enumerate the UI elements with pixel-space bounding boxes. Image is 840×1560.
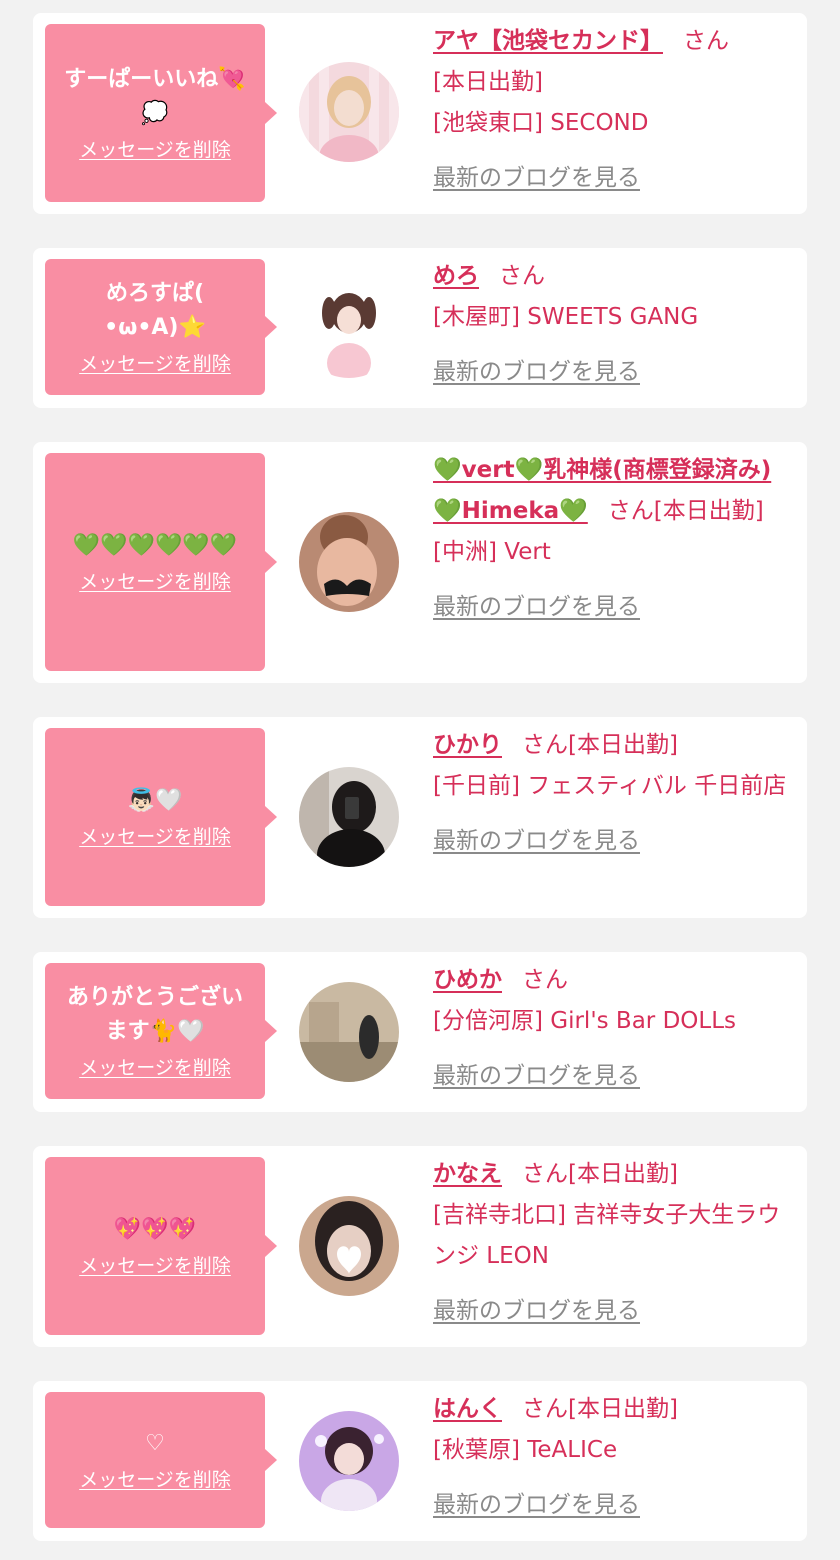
shop-name: [分倍河原] Girl's Bar DOLLs <box>433 1008 736 1034</box>
cast-name-link[interactable]: ひかり <box>433 732 502 758</box>
cast-info: アヤ【池袋セカンド】 さん [本日出勤] [池袋東口] SECOND 最新のブログ… <box>433 21 791 199</box>
message-text: ありがとうござい ます🐈🤍 <box>66 985 243 1044</box>
shop-name: [池袋東口] SECOND <box>433 110 649 136</box>
latest-blog-link[interactable]: 最新のブログを見る <box>433 821 640 862</box>
message-text: 👼🏻🤍 <box>127 788 183 813</box>
message-bubble: 👼🏻🤍 メッセージを削除 <box>45 728 265 906</box>
message-bubble: ♡ メッセージを削除 <box>45 1392 265 1528</box>
shop-name: [吉祥寺北口] 吉祥寺女子大生ラウンジ LEON <box>433 1202 781 1269</box>
cast-info: かなえ さん[本日出勤] [吉祥寺北口] 吉祥寺女子大生ラウンジ LEON 最新の… <box>433 1154 791 1332</box>
cast-name-link[interactable]: はんく <box>433 1396 502 1422</box>
list-item: 💖💖💖 メッセージを削除 かなえ さん[本日出勤] [吉祥寺北口] 吉祥寺女子大生… <box>33 1146 807 1347</box>
latest-blog-link[interactable]: 最新のブログを見る <box>433 158 640 199</box>
latest-blog-link[interactable]: 最新のブログを見る <box>433 587 640 628</box>
avatar[interactable] <box>299 62 399 162</box>
message-bubble: ありがとうござい ます🐈🤍 メッセージを削除 <box>45 963 265 1099</box>
cast-name-link[interactable]: アヤ【池袋セカンド】 <box>433 28 663 54</box>
message-text: 💚💚💚💚💚💚 <box>72 533 238 558</box>
delete-message-link[interactable]: メッセージを削除 <box>79 1253 231 1279</box>
message-list: すーぱーいいね💘 💭 メッセージを削除 アヤ【池袋セカンド】 さん [本日出勤] … <box>0 0 840 1560</box>
latest-blog-link[interactable]: 最新のブログを見る <box>433 1291 640 1332</box>
delete-message-link[interactable]: メッセージを削除 <box>79 569 231 595</box>
cast-info: 💚vert💚乳神様(商標登録済み)💚Himeka💚 さん[本日出勤] [中洲] V… <box>433 450 791 628</box>
list-item: めろすぱ( •ω•А)⭐ メッセージを削除 めろ さん [木屋町] SWEETS … <box>33 248 807 408</box>
honorific: さん <box>683 28 729 54</box>
avatar[interactable] <box>299 982 399 1082</box>
delete-message-link[interactable]: メッセージを削除 <box>79 824 231 850</box>
message-bubble: 💖💖💖 メッセージを削除 <box>45 1157 265 1335</box>
shop-name: [中洲] Vert <box>433 539 551 565</box>
avatar[interactable] <box>299 278 399 378</box>
honorific: さん[本日出勤] <box>522 1161 678 1187</box>
avatar[interactable] <box>299 1411 399 1511</box>
message-text: 💖💖💖 <box>113 1217 197 1242</box>
cast-name-link[interactable]: めろ <box>433 263 479 289</box>
avatar[interactable] <box>299 1196 399 1296</box>
cast-name-link[interactable]: かなえ <box>433 1161 502 1187</box>
honorific: さん <box>522 967 568 993</box>
cast-name-link[interactable]: ひめか <box>433 967 502 993</box>
delete-message-link[interactable]: メッセージを削除 <box>79 351 231 377</box>
latest-blog-link[interactable]: 最新のブログを見る <box>433 1056 640 1097</box>
list-item: 👼🏻🤍 メッセージを削除 ひかり さん[本日出勤] [千日前] フェスティバル 千… <box>33 717 807 918</box>
cast-info: ひめか さん [分倍河原] Girl's Bar DOLLs 最新のブログを見る <box>433 960 791 1097</box>
shop-name: [秋葉原] TeALICe <box>433 1437 618 1463</box>
honorific: さん <box>499 263 545 289</box>
work-status: [本日出勤] <box>433 69 543 95</box>
delete-message-link[interactable]: メッセージを削除 <box>79 1467 231 1493</box>
latest-blog-link[interactable]: 最新のブログを見る <box>433 1485 640 1526</box>
cast-info: ひかり さん[本日出勤] [千日前] フェスティバル 千日前店 最新のブログを見る <box>433 725 791 862</box>
honorific: さん[本日出勤] <box>607 498 764 524</box>
message-bubble: すーぱーいいね💘 💭 メッセージを削除 <box>45 24 265 202</box>
message-text: ♡ <box>145 1431 165 1456</box>
message-text: めろすぱ( •ω•А)⭐ <box>104 281 206 340</box>
list-item: 💚💚💚💚💚💚 メッセージを削除 💚vert💚乳神様(商標登録済み)💚Himeka… <box>33 442 807 683</box>
cast-info: はんく さん[本日出勤] [秋葉原] TeALICe 最新のブログを見る <box>433 1389 791 1526</box>
list-item: すーぱーいいね💘 💭 メッセージを削除 アヤ【池袋セカンド】 さん [本日出勤] … <box>33 13 807 214</box>
list-item: ♡ メッセージを削除 はんく さん[本日出勤] [秋葉原] TeALICe 最新の… <box>33 1381 807 1541</box>
message-text: すーぱーいいね💘 💭 <box>64 67 246 126</box>
cast-info: めろ さん [木屋町] SWEETS GANG 最新のブログを見る <box>433 256 791 393</box>
avatar[interactable] <box>299 512 399 612</box>
shop-name: [木屋町] SWEETS GANG <box>433 304 699 330</box>
honorific: さん[本日出勤] <box>522 732 678 758</box>
delete-message-link[interactable]: メッセージを削除 <box>79 137 231 163</box>
message-bubble: 💚💚💚💚💚💚 メッセージを削除 <box>45 453 265 671</box>
shop-name: [千日前] フェスティバル 千日前店 <box>433 773 787 799</box>
delete-message-link[interactable]: メッセージを削除 <box>79 1055 231 1081</box>
honorific: さん[本日出勤] <box>522 1396 678 1422</box>
message-bubble: めろすぱ( •ω•А)⭐ メッセージを削除 <box>45 259 265 395</box>
list-item: ありがとうござい ます🐈🤍 メッセージを削除 ひめか さん [分倍河原] Girl… <box>33 952 807 1112</box>
avatar[interactable] <box>299 767 399 867</box>
latest-blog-link[interactable]: 最新のブログを見る <box>433 352 640 393</box>
